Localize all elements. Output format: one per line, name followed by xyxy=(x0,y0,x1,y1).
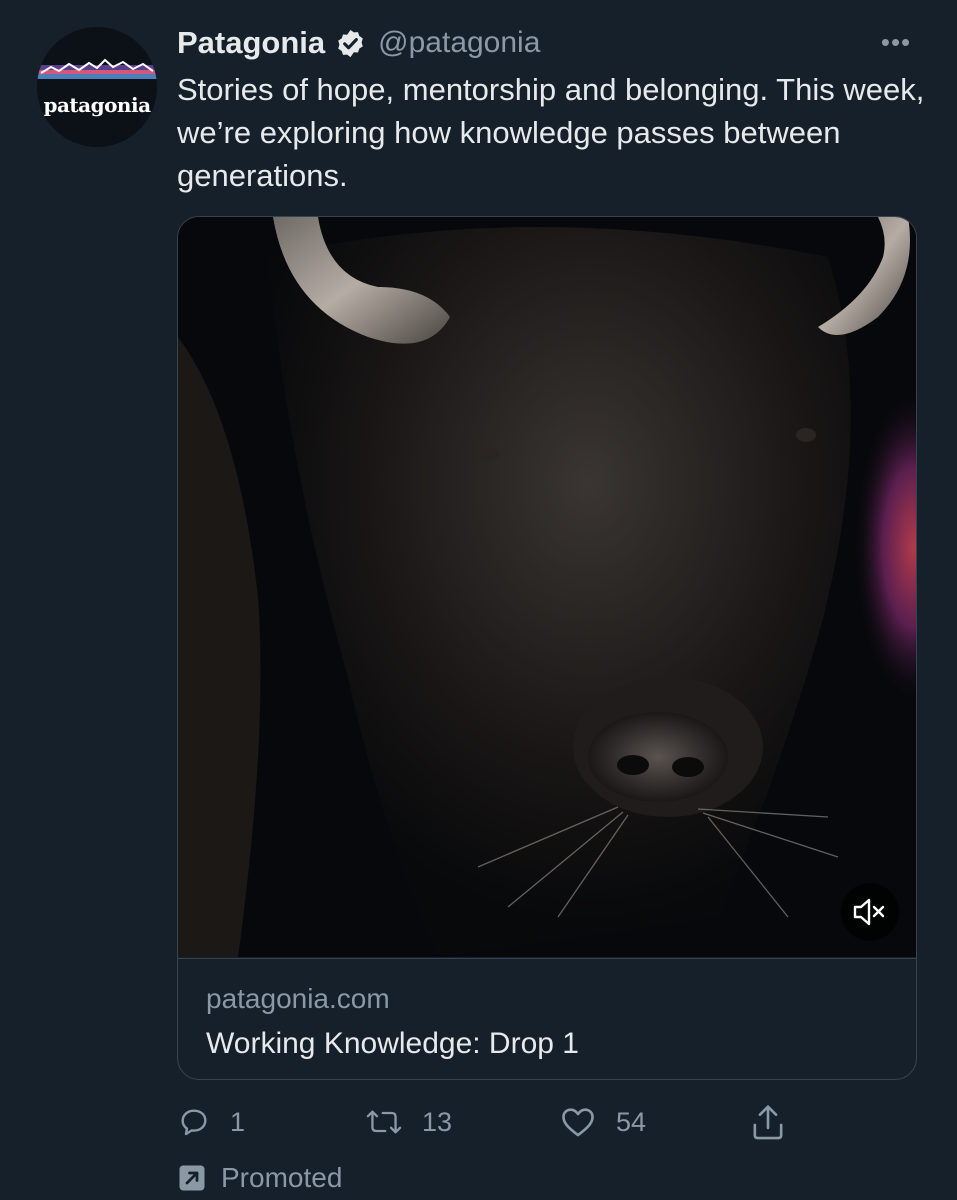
video-media[interactable] xyxy=(178,217,916,957)
like-count: 54 xyxy=(616,1106,647,1137)
heart-icon xyxy=(562,1108,594,1137)
share-icon xyxy=(753,1105,783,1140)
tweet-header: Patagonia @patagonia xyxy=(177,23,540,63)
bison-video-frame xyxy=(178,217,916,957)
share-button[interactable] xyxy=(750,1100,786,1144)
promoted-text: Promoted xyxy=(221,1162,343,1193)
like-button[interactable]: 54 xyxy=(560,1100,646,1144)
reply-count: 1 xyxy=(230,1106,246,1137)
card-meta[interactable]: patagonia.com Working Knowledge: Drop 1 xyxy=(178,958,916,1079)
account-name[interactable]: Patagonia xyxy=(177,25,325,61)
more-options-icon[interactable]: ••• xyxy=(874,24,918,60)
account-handle[interactable]: @patagonia xyxy=(378,26,540,60)
card-title: Working Knowledge: Drop 1 xyxy=(206,1027,579,1060)
mute-button[interactable] xyxy=(841,883,899,941)
promoted-arrow-icon xyxy=(179,1165,205,1191)
retweet-count: 13 xyxy=(422,1106,453,1137)
link-card[interactable]: patagonia.com Working Knowledge: Drop 1 xyxy=(177,216,917,1080)
reply-icon xyxy=(181,1109,207,1136)
promoted-label[interactable]: Promoted xyxy=(177,1158,342,1198)
tweet-text: Stories of hope, mentorship and belongin… xyxy=(177,72,925,193)
avatar[interactable]: patagonia xyxy=(37,27,157,147)
reply-button[interactable]: 1 xyxy=(178,1100,245,1144)
tweet-actions: 1 13 54 xyxy=(0,1100,957,1144)
card-domain: patagonia.com xyxy=(206,983,390,1014)
mute-icon xyxy=(853,898,885,926)
patagonia-logo-icon xyxy=(37,27,157,147)
retweet-icon xyxy=(366,1110,402,1134)
retweet-button[interactable]: 13 xyxy=(366,1100,452,1144)
avatar-wordmark: patagonia xyxy=(43,93,151,117)
verified-badge-icon xyxy=(338,29,363,57)
